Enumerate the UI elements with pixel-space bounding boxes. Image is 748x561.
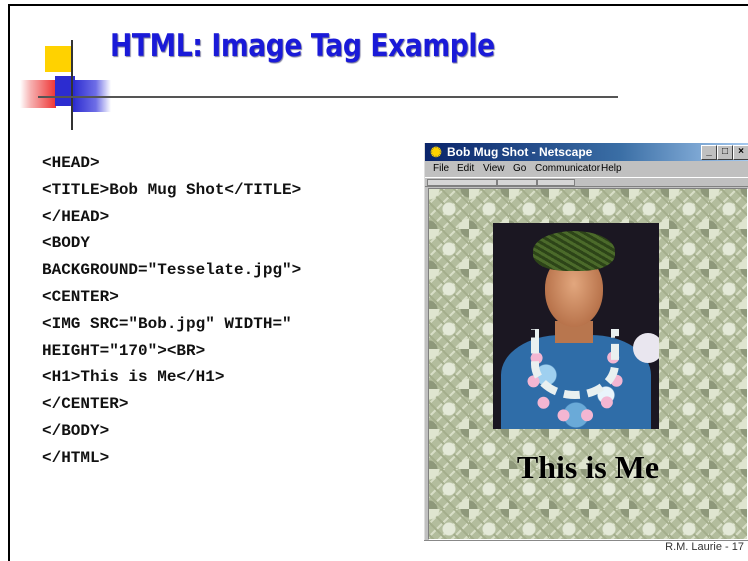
menu-file[interactable]: File xyxy=(433,161,449,177)
logo-red-square xyxy=(20,80,56,108)
code-line: <CENTER> xyxy=(42,287,119,306)
slide-footer: R.M. Laurie - 17 xyxy=(665,541,744,553)
bob-mug-shot-photo xyxy=(493,223,659,429)
menu-view[interactable]: View xyxy=(483,161,505,177)
menu-bar: File Edit View Go Communicator Help xyxy=(425,161,748,177)
code-line: <H1>This is Me</H1> xyxy=(42,368,225,387)
slide-logo xyxy=(0,0,130,140)
code-line: <BODY xyxy=(42,234,91,253)
photo-hat xyxy=(533,231,615,271)
photo-background-flower xyxy=(633,333,659,363)
code-line: </CENTER> xyxy=(42,395,129,414)
netscape-icon: ✺ xyxy=(430,144,442,160)
page-content-area: This is Me xyxy=(428,188,748,540)
slide: HTML: Image Tag Example <HEAD> <TITLE>Bo… xyxy=(0,0,748,561)
toolbar-tab[interactable] xyxy=(537,179,575,186)
page-heading: This is Me xyxy=(516,449,660,485)
code-line: BACKGROUND="Tesselate.jpg"> xyxy=(42,261,302,280)
code-line: </HEAD> xyxy=(42,207,110,226)
code-line: HEIGHT="170"><BR> xyxy=(42,341,206,360)
photo-lei-inner xyxy=(531,329,619,399)
close-button[interactable]: × xyxy=(733,145,748,160)
toolbar-tab[interactable] xyxy=(497,179,537,186)
window-title: Bob Mug Shot - Netscape xyxy=(447,145,593,159)
code-line: <HEAD> xyxy=(42,154,100,172)
minimize-button[interactable]: _ xyxy=(701,145,717,160)
html-code-listing: <HEAD> <TITLE>Bob Mug Shot</TITLE> </HEA… xyxy=(42,150,301,472)
toolbar-tab[interactable] xyxy=(427,179,497,186)
code-line: <IMG SRC="Bob.jpg" WIDTH=" xyxy=(42,314,292,333)
logo-yellow-square xyxy=(45,46,73,72)
menu-go[interactable]: Go xyxy=(513,161,526,177)
menu-help[interactable]: Help xyxy=(601,161,622,177)
logo-vertical-rule xyxy=(71,40,73,130)
slide-title: HTML: Image Tag Example xyxy=(110,28,495,64)
collapsed-toolbars xyxy=(425,177,748,187)
maximize-button[interactable]: □ xyxy=(717,145,733,160)
menu-communicator[interactable]: Communicator xyxy=(535,161,600,177)
code-line: <TITLE>Bob Mug Shot</TITLE> xyxy=(42,180,302,199)
code-line: </BODY> xyxy=(42,421,110,440)
netscape-browser-window: ✺ Bob Mug Shot - Netscape _ □ × File Edi… xyxy=(424,143,748,541)
menu-edit[interactable]: Edit xyxy=(457,161,474,177)
code-line: </HTML> xyxy=(42,448,110,467)
window-titlebar[interactable]: ✺ Bob Mug Shot - Netscape _ □ × xyxy=(425,143,748,161)
title-underline xyxy=(38,96,618,98)
